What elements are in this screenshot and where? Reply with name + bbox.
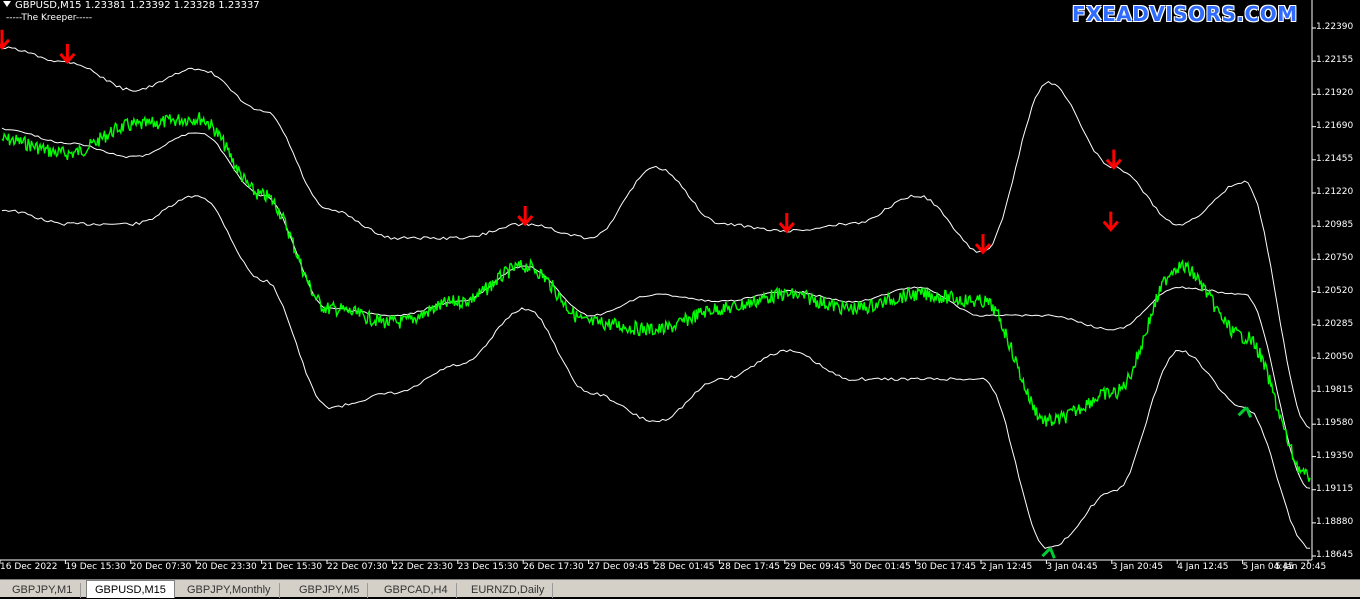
time-tick-label: 22 Dec 23:30: [392, 562, 453, 572]
price-tick-label: 1.20750: [1316, 253, 1354, 264]
price-tick-label: 1.22155: [1316, 55, 1354, 66]
price-tick-label: 1.19580: [1316, 418, 1354, 429]
time-tick-label: 27 Dec 09:45: [588, 562, 650, 572]
time-tick-label: 29 Dec 09:45: [784, 562, 846, 572]
dropdown-triangle-icon[interactable]: [3, 1, 11, 7]
time-tick-label: 3 Jan 04:45: [1046, 562, 1098, 572]
tab-gbpjpy-m5[interactable]: GBPJPY,M5: [291, 583, 369, 598]
tab-gbpusd-m15[interactable]: GBPUSD,M15: [86, 580, 175, 598]
time-tick-label: 30 Dec 01:45: [850, 562, 911, 572]
price-chart[interactable]: [0, 0, 1360, 579]
price-tick-label: 1.18880: [1316, 516, 1354, 527]
chart-tabs-bar: GBPJPY,M1 GBPUSD,M15 GBPJPY,Monthly GBPJ…: [0, 579, 1360, 598]
buy-arrow-icon: [1237, 406, 1252, 418]
price-tick-label: 1.20520: [1316, 285, 1354, 296]
price-tick-label: 1.21690: [1316, 120, 1354, 131]
price-tick-label: 1.21455: [1316, 153, 1354, 164]
chart-area[interactable]: GBPUSD,M15 1.23381 1.23392 1.23328 1.233…: [0, 0, 1360, 579]
time-tick-label: 22 Dec 07:30: [327, 562, 388, 572]
tab-eurnzd-daily[interactable]: EURNZD,Daily: [463, 583, 554, 598]
time-tick-label: 21 Dec 15:30: [261, 562, 323, 572]
price-tick-label: 1.20985: [1316, 220, 1354, 231]
sell-arrow-icon: [517, 205, 534, 227]
time-tick-label: 30 Dec 17:45: [915, 562, 977, 572]
price-tick-label: 1.20050: [1316, 351, 1354, 362]
time-tick-label: 16 Dec 2022: [0, 562, 58, 572]
price-tick-label: 1.19115: [1316, 483, 1354, 494]
price-tick-label: 1.18645: [1316, 550, 1354, 560]
tab-gbpjpy-monthly[interactable]: GBPJPY,Monthly: [179, 583, 280, 598]
price-tick-label: 1.22390: [1316, 22, 1354, 32]
buy-arrow-icon: [1041, 547, 1056, 559]
time-tick-label: 28 Dec 01:45: [654, 562, 715, 572]
price-tick-label: 1.19815: [1316, 385, 1354, 396]
time-tick-label: 3 Jan 20:45: [1111, 562, 1164, 572]
brand-watermark: FXEADVISORS.COM: [1072, 2, 1298, 26]
time-tick-label: 20 Dec 07:30: [130, 562, 192, 572]
middle-band-line: [1, 127, 1311, 489]
price-tick-label: 1.19350: [1316, 450, 1354, 461]
price-tick-label: 1.20285: [1316, 318, 1354, 329]
time-tick-label: 28 Dec 17:45: [719, 562, 780, 572]
sell-arrow-icon: [59, 43, 76, 65]
symbol-header[interactable]: GBPUSD,M15 1.23381 1.23392 1.23328 1.233…: [3, 0, 260, 12]
price-tick-label: 1.21920: [1316, 88, 1354, 99]
lower-band-line: [1, 195, 1311, 549]
time-tick-label: 4 Jan 12:45: [1177, 562, 1229, 572]
time-tick-label: 5 Jan 20:45: [1275, 562, 1327, 572]
price-tick-label: 1.21220: [1316, 186, 1354, 197]
bands-layer: [1, 46, 1311, 549]
time-tick-label: 19 Dec 15:30: [65, 562, 126, 572]
sell-arrow-icon: [778, 213, 795, 234]
indicator-label: -----The Kreeper-----: [6, 13, 93, 23]
time-tick-label: 26 Dec 17:30: [523, 562, 584, 572]
time-tick-label: 23 Dec 15:30: [457, 562, 519, 572]
time-tick-label: 2 Jan 12:45: [981, 562, 1033, 572]
arrows-layer: [0, 29, 1252, 559]
upper-band-line: [1, 46, 1311, 429]
time-tick-label: 20 Dec 23:30: [196, 562, 257, 572]
tab-gbpcad-h4[interactable]: GBPCAD,H4: [376, 583, 457, 598]
symbol-line: GBPUSD,M15 1.23381 1.23392 1.23328 1.233…: [15, 0, 260, 11]
tab-gbpjpy-m1[interactable]: GBPJPY,M1: [4, 583, 82, 598]
sell-arrow-icon: [0, 29, 11, 51]
sell-arrow-icon: [1105, 149, 1122, 170]
sell-arrow-icon: [1102, 211, 1119, 232]
